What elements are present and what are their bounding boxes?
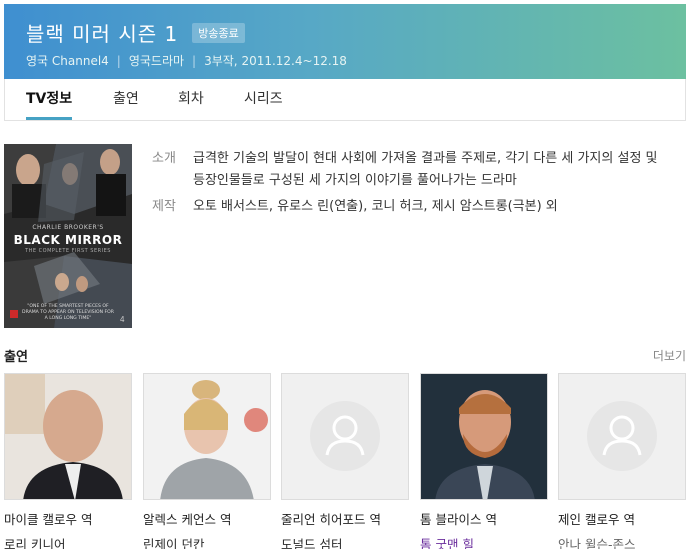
cast-photo[interactable] — [4, 373, 132, 500]
meta-channel: 영국 Channel4 — [26, 54, 109, 68]
cast-role: 줄리언 히어포드 역 — [281, 512, 381, 527]
cast-heading: 출연 — [4, 350, 28, 365]
tab-bar: TV정보 출연 회차 시리즈 — [4, 79, 686, 121]
cast-card[interactable]: 알렉스 케언스 역 린제이 던칸 — [143, 373, 271, 549]
profile-placeholder-icon — [587, 401, 657, 471]
cast-photo[interactable] — [558, 373, 686, 500]
cast-role: 알렉스 케언스 역 — [143, 512, 232, 527]
poster-quote: "ONE OF THE SMARTEST PIECES OF DRAMA TO … — [22, 304, 114, 321]
meta-separator: | — [116, 53, 121, 68]
cast-role: 마이클 캘로우 역 — [4, 512, 93, 527]
program-meta: 영국 Channel4 | 영국드라마 | 3부작, 2011.12.4~12.… — [26, 52, 347, 69]
cast-photo[interactable] — [281, 373, 409, 500]
tab-cast[interactable]: 출연 — [113, 79, 139, 120]
meta-separator: | — [192, 53, 197, 68]
cast-actor-link[interactable]: 린제이 던칸 — [143, 534, 271, 549]
cast-actor-link[interactable]: 안나 윌슨-존스 — [558, 534, 686, 549]
cast-section-header: 출연 더보기 — [4, 346, 686, 366]
program-info: 소개 급격한 기술의 발달이 현대 사회에 가져올 결과를 주제로, 각기 다른… — [152, 148, 672, 222]
tab-episodes[interactable]: 회차 — [178, 79, 204, 120]
intro-text: 급격한 기술의 발달이 현대 사회에 가져올 결과를 주제로, 각기 다른 세 … — [193, 151, 658, 188]
cast-actor-link[interactable]: 로리 키니어 — [4, 534, 132, 549]
status-badge: 방송종료 — [192, 22, 245, 43]
tab-series[interactable]: 시리즈 — [244, 79, 283, 120]
credits-row: 제작 오토 배서스트, 유로스 린(연출), 코니 허크, 제시 암스트롱(극본… — [152, 196, 672, 218]
intro-row: 소개 급격한 기술의 발달이 현대 사회에 가져올 결과를 주제로, 각기 다른… — [152, 148, 672, 192]
cast-photo[interactable] — [143, 373, 271, 500]
tab-tv-info[interactable]: TV정보 — [26, 79, 73, 120]
person-silhouette-icon — [602, 415, 642, 456]
cast-role: 톰 블라이스 역 — [420, 512, 497, 527]
cast-photo[interactable] — [420, 373, 548, 500]
cast-more-link[interactable]: 더보기 — [653, 347, 686, 364]
person-photo — [421, 374, 547, 499]
svg-text:4: 4 — [120, 315, 125, 324]
person-photo — [5, 374, 131, 499]
poster-brand: BLACK MIRROR — [13, 233, 123, 247]
profile-placeholder-icon — [310, 401, 380, 471]
poster-subtitle: CHARLIE BROOKER'S — [32, 224, 104, 231]
meta-episodes: 3부작, 2011.12.4~12.18 — [204, 54, 347, 68]
meta-genre: 영국드라마 — [128, 54, 185, 68]
cast-role: 제인 캘로우 역 — [558, 512, 635, 527]
cast-card[interactable]: 줄리언 히어포드 역 도널드 섬터 — [281, 373, 409, 549]
cast-actor-link[interactable]: 도널드 섬터 — [281, 534, 409, 549]
cast-card[interactable]: 제인 캘로우 역 안나 윌슨-존스 — [558, 373, 686, 549]
program-header: 블랙 미러 시즌 1 방송종료 영국 Channel4 | 영국드라마 | 3부… — [4, 4, 686, 79]
person-silhouette-icon — [325, 415, 365, 456]
poster-tagline: THE COMPLETE FIRST SERIES — [25, 248, 111, 254]
credits-label: 제작 — [152, 199, 176, 214]
cast-actor-link[interactable]: 톰 굿맨 힐 — [420, 534, 548, 549]
intro-label: 소개 — [152, 151, 176, 166]
program-title: 블랙 미러 시즌 1 — [26, 22, 179, 46]
program-poster[interactable]: 4 CHARLIE BROOKER'S BLACK MIRROR THE COM… — [4, 144, 132, 328]
cast-card[interactable]: 마이클 캘로우 역 로리 키니어 — [4, 373, 132, 549]
cast-card[interactable]: 톰 블라이스 역 톰 굿맨 힐 — [420, 373, 548, 549]
credits-text: 오토 배서스트, 유로스 린(연출), 코니 허크, 제시 암스트롱(극본) 외 — [193, 199, 558, 214]
title-row: 블랙 미러 시즌 1 방송종료 — [26, 18, 245, 47]
person-photo — [144, 374, 270, 499]
